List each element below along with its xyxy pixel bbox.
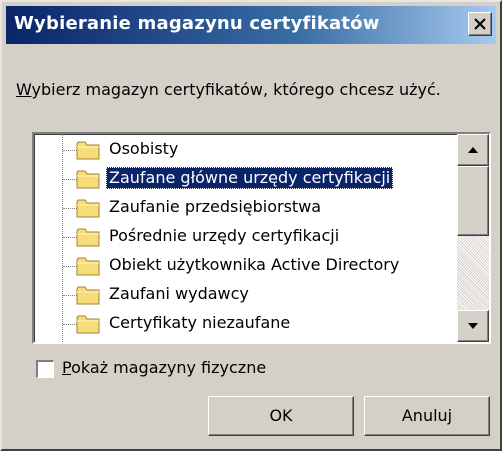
tree-item-label: Zaufani wydawcy [109,284,249,303]
tree-branch-line [63,237,77,238]
arrow-up-icon [468,147,478,153]
tree-item-label: Certyfikaty niezaufane [109,313,291,332]
tree-item-untrusted-certs[interactable]: Certyfikaty niezaufane [34,309,457,338]
tree-content: Osobisty Zaufane główne urzędy certyfika… [34,134,457,342]
store-tree-view[interactable]: Osobisty Zaufane główne urzędy certyfika… [32,132,491,344]
tree-branch-line [63,324,77,325]
folder-icon [76,170,100,189]
tree-item-label: Osobisty [109,139,179,158]
tree-branch-line [63,295,77,296]
tree-item-trusted-root[interactable]: Zaufane główne urzędy certyfikacji [34,164,457,193]
instruction-rest: ybierz magazyn certyfikatów, którego chc… [31,80,441,99]
tree-item-enterprise-trust[interactable]: Zaufanie przedsiębiorstwa [34,193,457,222]
arrow-down-icon [468,323,478,329]
show-physical-stores-checkbox[interactable] [36,360,54,378]
folder-icon [76,199,100,218]
tree-item-label: Zaufanie przedsiębiorstwa [109,197,322,216]
tree-branch-line [63,266,77,267]
title-bar[interactable]: Wybieranie magazynu certyfikatów [6,6,496,44]
instruction-text: Wybierz magazyn certyfikatów, którego ch… [16,80,441,99]
cancel-button[interactable]: Anuluj [364,396,490,436]
tree-item-label: Zaufane główne urzędy certyfikacji [106,167,394,189]
close-icon [474,18,486,30]
tree-branch-line [63,150,77,151]
show-physical-stores-label[interactable]: Pokaż magazyny fizyczne [62,358,266,377]
tree-item-personal[interactable]: Osobisty [34,135,457,164]
folder-icon [76,286,100,305]
folder-icon [76,141,100,160]
scroll-thumb[interactable] [457,166,489,236]
tree-branch-line [63,208,77,209]
folder-icon [76,228,100,247]
tree-item-intermediate-ca[interactable]: Pośrednie urzędy certyfikacji [34,222,457,251]
window-title: Wybieranie magazynu certyfikatów [14,13,380,34]
checkbox-accesskey: P [62,358,72,377]
ok-button[interactable]: OK [208,396,354,436]
tree-branch-line [63,179,77,180]
close-button[interactable] [468,12,492,36]
instruction-accesskey: W [16,80,32,99]
vertical-scrollbar[interactable] [457,134,489,342]
scroll-down-button[interactable] [457,310,489,342]
tree-item-ad-user-object[interactable]: Obiekt użytkownika Active Directory [34,251,457,280]
tree-item-trusted-publishers[interactable]: Zaufani wydawcy [34,280,457,309]
tree-item-label: Pośrednie urzędy certyfikacji [109,226,340,245]
tree-item-label: Obiekt użytkownika Active Directory [109,255,400,274]
checkbox-label-rest: okaż magazyny fizyczne [71,358,267,377]
folder-icon [76,315,100,334]
dialog-window: Wybieranie magazynu certyfikatów Wybierz… [0,0,502,451]
folder-icon [76,257,100,276]
scroll-up-button[interactable] [457,134,489,166]
